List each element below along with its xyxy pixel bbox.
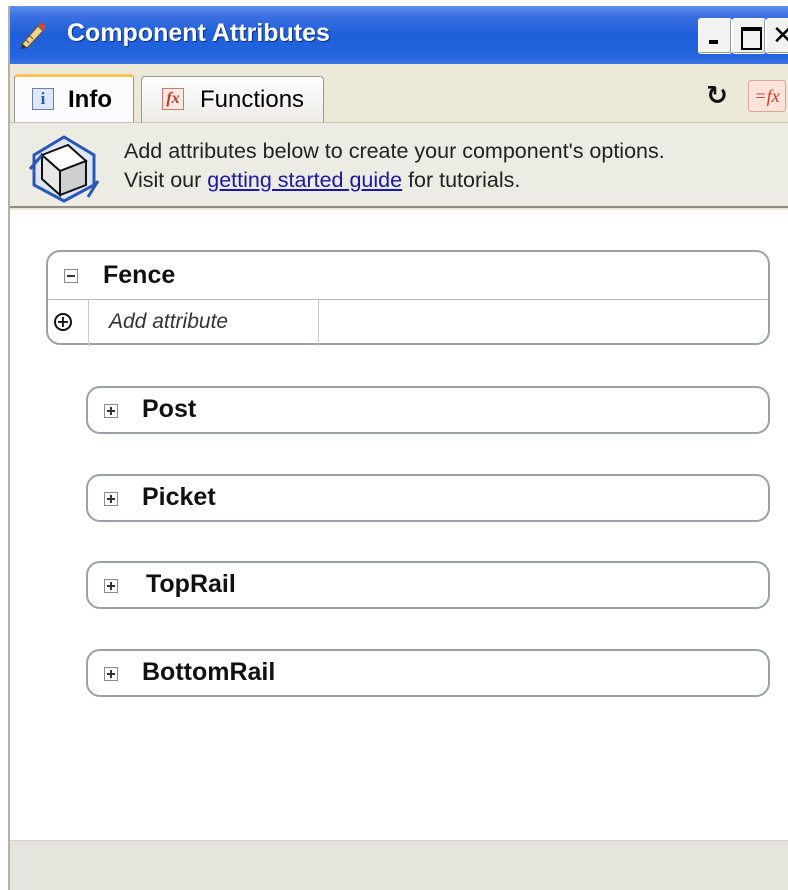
- tab-info-label: Info: [68, 86, 112, 113]
- info-text-suffix: for tutorials.: [402, 168, 521, 192]
- add-attribute-icon[interactable]: +: [54, 313, 72, 331]
- info-text-line1: Add attributes below to create your comp…: [124, 139, 665, 163]
- subcomponent-name: Picket: [142, 483, 216, 511]
- subcomponent-panel-picket[interactable]: Picket: [86, 474, 770, 522]
- subcomponent-name: BottomRail: [142, 658, 276, 686]
- info-header: Add attributes below to create your comp…: [10, 122, 788, 208]
- close-button[interactable]: ✕: [766, 18, 788, 54]
- component-panel-fence: Fence + Add attribute: [46, 250, 770, 346]
- subcomponent-name: Post: [142, 395, 197, 423]
- subcomponent-panel-post[interactable]: Post: [86, 386, 770, 434]
- add-attribute-label: Add attribute: [109, 310, 229, 333]
- subcomponent-panel-toprail[interactable]: TopRail: [86, 561, 770, 609]
- tab-functions[interactable]: fx Functions: [141, 76, 324, 122]
- close-icon: ✕: [772, 21, 788, 51]
- info-icon: i: [32, 88, 54, 110]
- tab-info[interactable]: i Info: [14, 74, 134, 122]
- add-attribute-row[interactable]: + Add attribute: [48, 299, 768, 346]
- refresh-icon[interactable]: ↻: [701, 82, 733, 112]
- component-cube-icon: [28, 135, 100, 203]
- info-text-line2: Visit our getting started guide for tuto…: [124, 168, 520, 193]
- title-bar[interactable]: Component Attributes ✕: [10, 6, 788, 64]
- add-attribute-cell[interactable]: Add attribute: [88, 300, 319, 346]
- info-text-prefix: Visit our: [124, 168, 208, 192]
- fx-icon: fx: [162, 88, 184, 110]
- pencil-ruler-icon: [21, 22, 46, 49]
- attributes-area: Fence + Add attribute Post Picket TopRai…: [10, 210, 788, 840]
- expand-icon[interactable]: [104, 404, 118, 418]
- component-name: Fence: [103, 261, 176, 289]
- expand-icon[interactable]: [104, 579, 118, 593]
- window-title: Component Attributes: [67, 19, 330, 47]
- fence-title-row[interactable]: Fence: [48, 252, 768, 299]
- formula-icon[interactable]: =fx: [748, 80, 786, 112]
- getting-started-guide-link[interactable]: getting started guide: [207, 168, 402, 192]
- collapse-icon[interactable]: [64, 269, 78, 283]
- maximize-button[interactable]: [732, 18, 766, 54]
- minimize-button[interactable]: [698, 18, 732, 54]
- tab-bar: i Info fx Functions ↻ =fx: [10, 64, 788, 122]
- subcomponent-name: TopRail: [146, 570, 236, 598]
- tab-functions-label: Functions: [200, 86, 305, 113]
- expand-icon[interactable]: [104, 492, 118, 506]
- component-attributes-window: Component Attributes ✕ i Info fx Functio…: [8, 6, 788, 890]
- expand-icon[interactable]: [104, 667, 118, 681]
- status-bar: [10, 840, 788, 890]
- subcomponent-panel-bottomrail[interactable]: BottomRail: [86, 649, 770, 697]
